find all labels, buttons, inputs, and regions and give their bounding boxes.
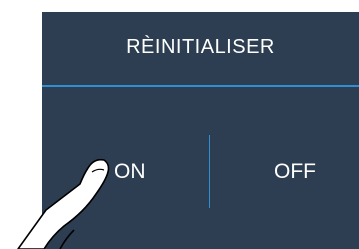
option-divider xyxy=(209,135,210,208)
off-button[interactable]: OFF xyxy=(274,160,316,184)
title-divider xyxy=(42,85,359,87)
reset-dialog: RÈINITIALISER ON OFF xyxy=(42,12,359,249)
dialog-title: RÈINITIALISER xyxy=(126,36,275,58)
on-button[interactable]: ON xyxy=(114,160,146,184)
